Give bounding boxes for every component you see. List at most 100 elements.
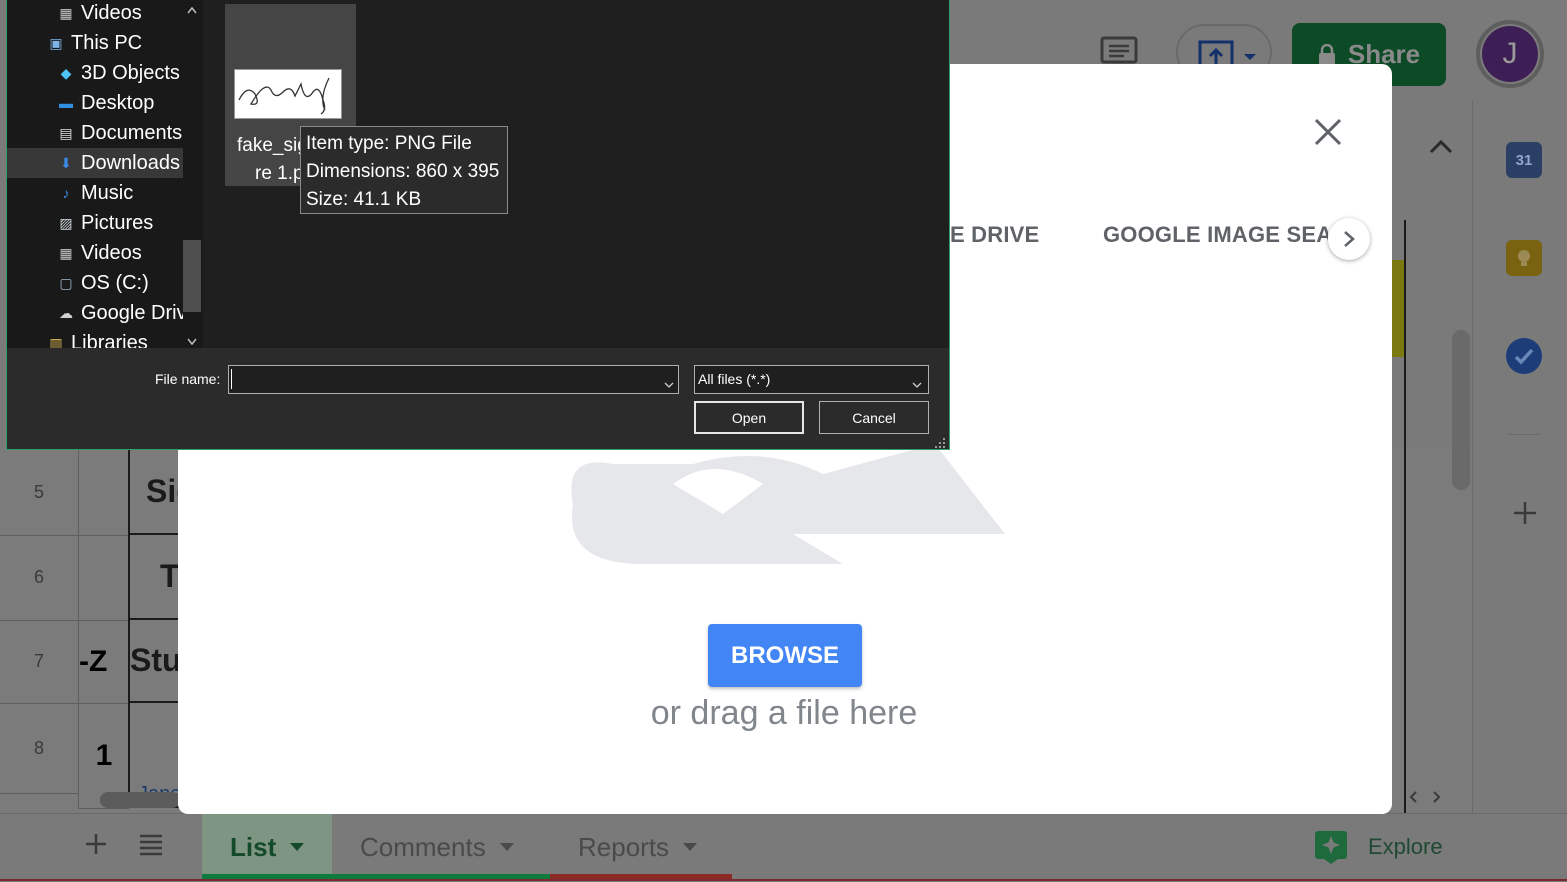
nav-item[interactable]: ▨ Pictures: [7, 208, 188, 238]
nav-item[interactable]: ▥ Libraries: [7, 328, 188, 349]
sheet-tab-label: Reports: [578, 831, 670, 862]
nav-item-label: This PC: [71, 31, 143, 54]
explore-icon: [1315, 831, 1347, 864]
chevron-down-icon: [290, 843, 305, 851]
scroll-up-icon[interactable]: [186, 2, 198, 14]
computer-icon: ▣: [49, 34, 63, 51]
side-divider: [1508, 434, 1540, 435]
nav-item[interactable]: ▤ Documents: [7, 118, 188, 148]
file-type-value: All files (*.*): [698, 371, 771, 387]
tooltip-item-type: Item type: PNG File: [306, 133, 472, 154]
nav-item[interactable]: ◆ 3D Objects: [7, 58, 188, 88]
nav-item[interactable]: ⬇ Downloads: [7, 148, 188, 178]
collapse-toolbar-icon[interactable]: [1424, 132, 1458, 160]
tabs-next-button[interactable]: [1328, 218, 1370, 260]
tab-google-drive[interactable]: E DRIVE: [950, 222, 1050, 248]
horizontal-scrollbar[interactable]: [100, 792, 180, 808]
nav-item-label: Music: [81, 181, 134, 204]
tooltip-dimensions: Dimensions: 860 x 395: [306, 161, 500, 182]
grid-border: [1404, 220, 1406, 813]
drive-icon: ▢: [59, 274, 73, 291]
pictures-icon: ▨: [59, 214, 73, 231]
file-name-field-label: File name:: [155, 371, 221, 387]
file-name-line: fake_sig: [237, 135, 308, 156]
open-button[interactable]: Open: [694, 401, 804, 434]
file-thumbnail: [234, 69, 342, 119]
nav-item-label: Videos: [81, 1, 142, 24]
nav-scrollbar-thumb[interactable]: [183, 240, 201, 312]
sheet-tab-label: List: [230, 831, 277, 862]
chevron-down-icon[interactable]: [912, 376, 922, 394]
chevron-down-icon: [499, 843, 514, 851]
resize-grip-icon[interactable]: [934, 436, 946, 448]
grid-cell[interactable]: -Z: [78, 620, 129, 704]
add-addon-icon[interactable]: [1510, 498, 1540, 528]
document-icon: ▤: [59, 124, 73, 141]
nav-item[interactable]: ▦ Videos: [7, 0, 188, 28]
video-folder-icon: ▦: [59, 244, 73, 261]
row-header[interactable]: 8: [0, 703, 78, 794]
cube-icon: ◆: [60, 64, 72, 81]
nav-item-label: Videos: [81, 241, 142, 264]
sheet-tab-list[interactable]: List: [202, 813, 332, 881]
scroll-arrows[interactable]: [1408, 790, 1452, 810]
scroll-right-icon[interactable]: [1432, 790, 1442, 804]
tasks-icon[interactable]: [1506, 338, 1542, 374]
nav-item-label: Desktop: [81, 91, 155, 114]
explore-button[interactable]: Explore: [1292, 813, 1472, 881]
cancel-button[interactable]: Cancel: [819, 401, 929, 434]
all-sheets-icon[interactable]: [138, 832, 164, 856]
download-icon: ⬇: [60, 154, 72, 171]
nav-item[interactable]: ♪ Music: [7, 178, 188, 208]
row-header[interactable]: 5: [0, 450, 78, 536]
nav-item[interactable]: ▢ OS (C:): [7, 268, 188, 298]
explore-label: Explore: [1368, 834, 1443, 859]
browse-button[interactable]: BROWSE: [708, 624, 862, 687]
chevron-down-icon[interactable]: [664, 376, 674, 394]
file-type-select[interactable]: All files (*.*): [694, 365, 929, 394]
sheet-tab-comments[interactable]: Comments: [332, 813, 550, 881]
navigation-pane: ▦ Videos ▣ This PC ◆ 3D Objects ▬ Desktop ▤ Docum…: [7, 0, 203, 348]
dialog-footer: [7, 348, 949, 449]
scroll-left-icon[interactable]: [1408, 790, 1418, 804]
row-header[interactable]: 7: [0, 620, 78, 704]
calendar-day: 31: [1515, 151, 1533, 169]
nav-item[interactable]: ▬ Desktop: [7, 88, 188, 118]
chevron-down-icon: [683, 843, 698, 851]
avatar[interactable]: J: [1476, 20, 1544, 88]
nav-item-label: OS (C:): [81, 271, 149, 294]
file-info-tooltip: Item type: PNG File Dimensions: 860 x 39…: [300, 126, 508, 214]
calendar-icon[interactable]: 31: [1506, 142, 1542, 178]
nav-item[interactable]: ▦ Videos: [7, 238, 188, 268]
comment-history-icon[interactable]: [1100, 36, 1138, 64]
nav-item-label: Downloads: [81, 151, 180, 174]
side-panel: [1472, 100, 1567, 881]
drag-drop-hint: or drag a file here: [650, 694, 918, 732]
video-folder-icon: ▦: [59, 4, 73, 21]
sheet-tab-reports[interactable]: Reports: [550, 813, 732, 881]
sheet-tab-label: Comments: [360, 831, 486, 862]
keep-icon[interactable]: [1506, 240, 1542, 276]
nav-item[interactable]: ▣ This PC: [7, 28, 188, 58]
scroll-down-icon[interactable]: [186, 334, 198, 346]
text-cursor: [231, 369, 232, 389]
music-icon: ♪: [62, 185, 70, 201]
nav-item-label: Documents: [81, 121, 183, 144]
file-name-line: re 1.p: [255, 163, 304, 184]
grid-cell[interactable]: [78, 535, 129, 621]
nav-item-label: Pictures: [81, 211, 154, 234]
desktop-icon: ▬: [59, 95, 73, 111]
nav-item[interactable]: ☁ Google Drive: [7, 298, 188, 328]
vertical-scrollbar[interactable]: [1452, 330, 1470, 490]
nav-item-label: 3D Objects: [81, 61, 180, 84]
grid-cell[interactable]: [78, 450, 129, 536]
file-name-label: fake_sig re 1.p: [237, 132, 308, 188]
lock-icon: [1318, 43, 1335, 65]
tab-google-image-search[interactable]: GOOGLE IMAGE SEARC: [1103, 222, 1328, 248]
add-sheet-icon[interactable]: [82, 830, 110, 858]
avatar-initial: J: [1482, 26, 1538, 82]
close-icon[interactable]: [1308, 112, 1348, 152]
row-header[interactable]: 6: [0, 535, 78, 621]
tooltip-size: Size: 41.1 KB: [306, 189, 422, 210]
file-name-input[interactable]: [228, 365, 679, 394]
